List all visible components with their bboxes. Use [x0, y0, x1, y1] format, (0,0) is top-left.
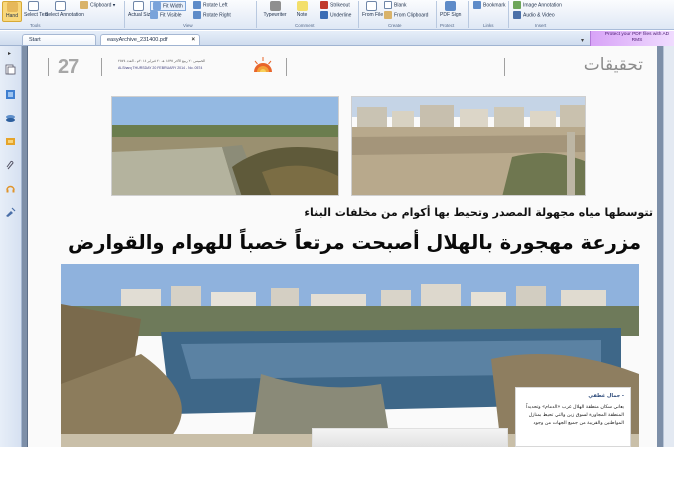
chevron-down-icon[interactable]: ▾: [581, 37, 584, 44]
article-subheadline: تتوسطها مياه مجهولة المصدر وتحيط بها أكو…: [304, 206, 653, 219]
pdf-sign-button[interactable]: PDF Sign: [440, 1, 461, 18]
group-separator: [436, 1, 437, 28]
underline-button[interactable]: Underline: [320, 11, 351, 19]
signature-icon[interactable]: [5, 207, 16, 218]
from-clipboard-button[interactable]: From Clipboard: [384, 11, 428, 19]
rotate-left-button[interactable]: Rotate Left: [193, 1, 227, 9]
film-icon: [513, 11, 521, 19]
tab-document[interactable]: easyArchive_231400.pdf ×: [100, 34, 200, 45]
photo-inset: [312, 428, 508, 447]
file-icon: [365, 1, 377, 11]
document-viewport[interactable]: 27 الخميس ٢٠ ربيع الآخر ١٤٣٥ هـ ٢٠ فبراي…: [22, 46, 674, 447]
view-group-label: View: [183, 23, 193, 28]
hand-tool-button[interactable]: Hand: [2, 1, 22, 22]
fit-width-button[interactable]: Fit Width: [150, 1, 186, 11]
layers-icon[interactable]: [5, 113, 16, 124]
blank-button[interactable]: Blank: [384, 1, 407, 9]
strikeout-icon: [320, 1, 328, 9]
vertical-scrollbar[interactable]: [663, 46, 674, 447]
photo-empty-lot: [351, 96, 586, 196]
pen-icon: [444, 1, 456, 11]
photo-construction-debris: [111, 96, 339, 196]
pdf-page: 27 الخميس ٢٠ ربيع الآخر ١٤٣٥ هـ ٢٠ فبراي…: [27, 46, 657, 447]
strikeout-button[interactable]: Strikeout: [320, 1, 350, 9]
hand-icon: [6, 2, 18, 12]
close-icon[interactable]: ×: [191, 35, 195, 46]
attachments-icon[interactable]: [5, 136, 16, 147]
pages-icon[interactable]: [5, 64, 16, 75]
group-separator: [468, 1, 469, 28]
clipboard-icon: [384, 11, 392, 19]
header-divider: [286, 58, 287, 76]
comment-group-label: Comment: [295, 23, 315, 28]
fit-visible-button[interactable]: Fit Visible: [150, 11, 182, 19]
header-divider: [48, 58, 49, 76]
links-group-label: Links: [483, 23, 494, 28]
bookmarks-icon[interactable]: [5, 89, 16, 100]
promo-text: Protect your PDF files with AD RMS: [604, 32, 670, 43]
article-headline: مزرعة مهجورة بالهلال أصبحت مرتعاً خصباً …: [68, 231, 642, 254]
bookmark-button[interactable]: Bookmark: [473, 1, 506, 9]
create-group-label: Create: [388, 23, 402, 28]
insert-group-label: Insert: [535, 23, 547, 28]
select-text-button[interactable]: Select Text: [24, 1, 48, 18]
author-byline: جمال غطفي -: [588, 393, 624, 399]
headphones-icon[interactable]: [5, 183, 16, 194]
blank-page-icon: [384, 1, 392, 9]
pdf-editor-window: Hand Select Text Select Annotation Tools…: [0, 0, 674, 485]
bookmark-icon: [473, 1, 481, 9]
article-body-text: يعاني سكان منطقة الهلال غرب «الدمام» وتح…: [526, 405, 624, 426]
expand-arrow-icon[interactable]: ▸: [8, 50, 11, 57]
paperclip-icon[interactable]: [5, 160, 16, 171]
tab-start[interactable]: Start: [22, 34, 96, 45]
clipboard-button[interactable]: Clipboard ▾: [80, 1, 115, 9]
rotate-left-icon: [193, 1, 201, 9]
select-annotation-button[interactable]: Select Annotation: [45, 1, 84, 18]
rotate-right-icon: [193, 11, 201, 19]
clipboard-icon: [80, 1, 88, 9]
fit-width-icon: [153, 2, 161, 10]
blank-bottom-area: [0, 447, 674, 485]
group-separator: [508, 1, 509, 28]
newspaper-logo: [254, 57, 272, 72]
audio-video-button[interactable]: Audio & Video: [513, 11, 555, 19]
protect-group-label: Protect: [440, 23, 455, 28]
tools-group-label: Tools: [30, 23, 41, 28]
fit-visible-icon: [150, 11, 158, 19]
rotate-right-button[interactable]: Rotate Right: [193, 11, 231, 19]
note-icon: [296, 1, 308, 11]
article-text-box: جمال غطفي - يعاني سكان منطقة الهلال غرب …: [515, 387, 631, 447]
group-separator: [358, 1, 359, 28]
document-tab-bar: Start easyArchive_231400.pdf ×: [0, 31, 674, 46]
text-cursor-icon: [28, 1, 39, 11]
header-divider: [101, 58, 102, 76]
page-number: 27: [58, 56, 79, 78]
typewriter-button[interactable]: Typewriter: [260, 1, 290, 18]
ribbon-toolbar: Hand Select Text Select Annotation Tools…: [0, 0, 674, 30]
image-annotation-button[interactable]: Image Annotation: [513, 1, 562, 9]
header-date-arabic: الخميس ٢٠ ربيع الآخر ١٤٣٥ هـ ٢٠ فبراير ٢…: [118, 59, 206, 63]
group-separator: [124, 1, 125, 28]
promo-banner[interactable]: Protect your PDF files with AD RMS: [590, 31, 674, 46]
group-separator: [256, 1, 257, 28]
underline-icon: [320, 11, 328, 19]
note-button[interactable]: Note: [294, 1, 310, 18]
section-title: تحقيقات: [583, 55, 643, 75]
actual-size-button[interactable]: Actual Size: [128, 1, 153, 18]
page-icon: [132, 1, 144, 11]
from-file-button[interactable]: From File: [362, 1, 383, 18]
image-icon: [513, 1, 521, 9]
typewriter-icon: [269, 1, 281, 11]
header-divider: [504, 58, 505, 76]
arrow-cursor-icon: [54, 1, 66, 11]
left-navigation-bar: ▸: [0, 46, 22, 447]
header-date-english: Al-Sharq THURSDAY 20 FEBRUARY 2014 - No.…: [118, 66, 203, 70]
